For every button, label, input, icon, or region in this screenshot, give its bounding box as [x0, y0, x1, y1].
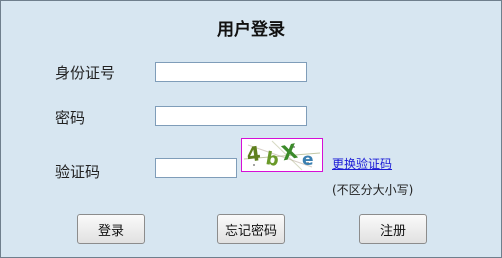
password-label: 密码 [55, 109, 86, 127]
id-number-field[interactable] [155, 62, 307, 82]
login-button[interactable]: 登录 [77, 214, 145, 244]
captcha-graphic: 4 b X e [243, 139, 321, 171]
case-insensitive-hint: (不区分大小写) [332, 183, 414, 197]
captcha-label: 验证码 [55, 163, 101, 181]
register-button[interactable]: 注册 [359, 214, 427, 244]
captcha-field[interactable] [155, 158, 237, 178]
forgot-password-button[interactable]: 忘记密码 [217, 214, 285, 244]
password-field[interactable] [155, 106, 307, 126]
page-title: 用户登录 [217, 20, 285, 40]
captcha-char: 4 [245, 141, 262, 167]
captcha-image[interactable]: 4 b X e [241, 138, 323, 172]
captcha-char: b [264, 148, 280, 171]
captcha-char: X [279, 139, 300, 165]
login-panel: 用户登录 身份证号 密码 验证码 4 b X e 更换验证码 (不区分大小写) … [0, 0, 502, 258]
refresh-captcha-link[interactable]: 更换验证码 [332, 155, 392, 172]
captcha-char: e [302, 150, 314, 170]
id-number-label: 身份证号 [55, 64, 116, 82]
